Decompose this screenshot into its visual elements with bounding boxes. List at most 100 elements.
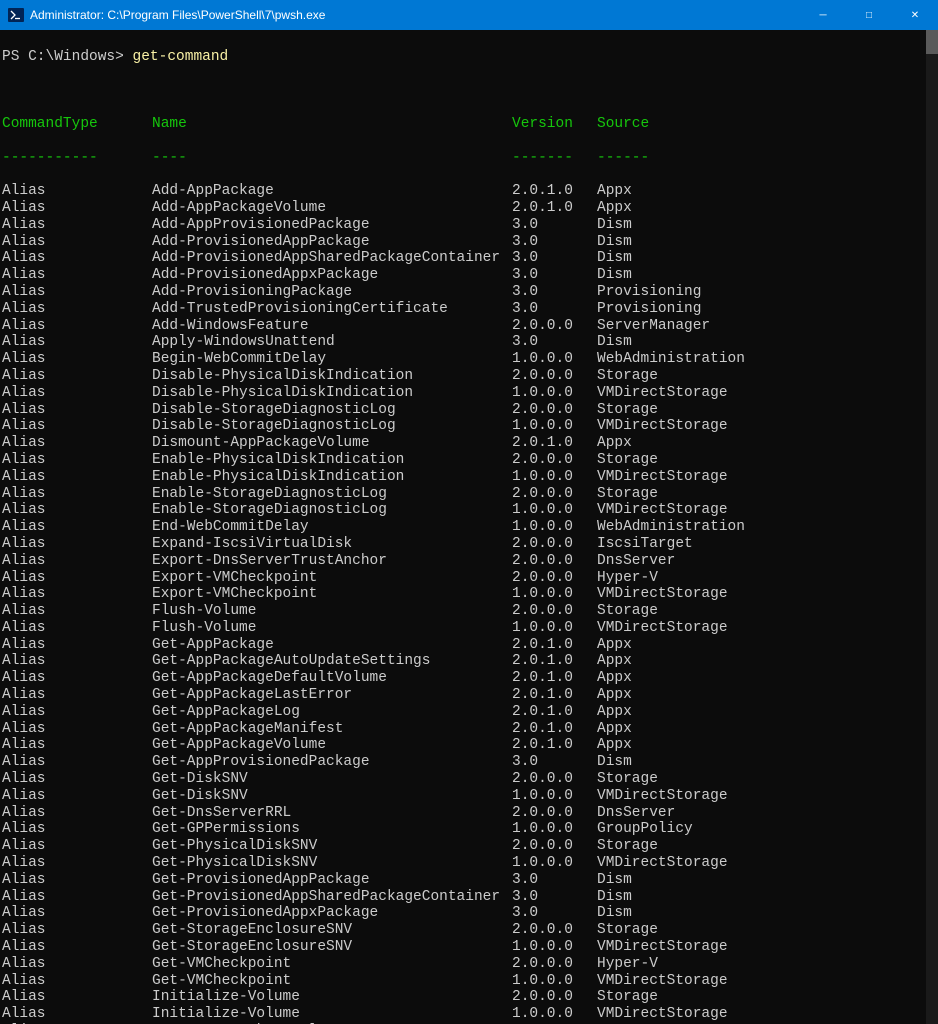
table-row: AliasDisable-PhysicalDiskIndication2.0.0… [2,368,938,385]
cell-source: Provisioning [597,284,701,301]
cell-source: Appx [597,183,632,200]
cell-name: Add-TrustedProvisioningCertificate [152,301,512,318]
table-row: AliasAdd-AppProvisionedPackage3.0Dism [2,217,938,234]
cell-version: 1.0.0.0 [512,586,597,603]
table-row: AliasGet-StorageEnclosureSNV2.0.0.0Stora… [2,922,938,939]
cell-commandtype: Alias [2,368,152,385]
cell-name: Add-ProvisionedAppPackage [152,234,512,251]
cell-name: Get-AppPackageLog [152,704,512,721]
table-row: AliasDisable-StorageDiagnosticLog2.0.0.0… [2,402,938,419]
cell-source: Appx [597,653,632,670]
cell-commandtype: Alias [2,704,152,721]
table-row: AliasGet-DiskSNV2.0.0.0Storage [2,771,938,788]
table-row: AliasExport-VMCheckpoint2.0.0.0Hyper-V [2,570,938,587]
cell-version: 2.0.1.0 [512,653,597,670]
cell-commandtype: Alias [2,486,152,503]
cell-source: Appx [597,704,632,721]
cell-source: Provisioning [597,301,701,318]
cell-name: Add-ProvisionedAppSharedPackageContainer [152,250,512,267]
cell-source: IscsiTarget [597,536,693,553]
table-row: AliasGet-PhysicalDiskSNV2.0.0.0Storage [2,838,938,855]
cell-version: 2.0.1.0 [512,670,597,687]
cell-version: 2.0.1.0 [512,704,597,721]
cell-name: Get-VMCheckpoint [152,956,512,973]
maximize-button[interactable]: □ [846,0,892,30]
cell-commandtype: Alias [2,553,152,570]
cell-source: Storage [597,603,658,620]
cell-version: 3.0 [512,301,597,318]
table-row: AliasGet-ProvisionedAppxPackage3.0Dism [2,905,938,922]
table-row: AliasGet-StorageEnclosureSNV1.0.0.0VMDir… [2,939,938,956]
scrollbar-thumb[interactable] [926,30,938,54]
cell-commandtype: Alias [2,519,152,536]
cell-version: 1.0.0.0 [512,620,597,637]
cell-version: 2.0.1.0 [512,637,597,654]
cell-name: Get-DnsServerRRL [152,805,512,822]
cell-source: Dism [597,334,632,351]
cell-source: Dism [597,905,632,922]
cell-name: Export-VMCheckpoint [152,586,512,603]
table-row: AliasExpand-IscsiVirtualDisk2.0.0.0Iscsi… [2,536,938,553]
window-title: Administrator: C:\Program Files\PowerShe… [30,8,800,22]
cell-source: Storage [597,486,658,503]
cell-name: Get-AppProvisionedPackage [152,754,512,771]
cell-version: 3.0 [512,267,597,284]
cell-source: Dism [597,889,632,906]
cell-source: Storage [597,771,658,788]
terminal-output[interactable]: PS C:\Windows> get-command CommandTypeNa… [0,30,938,1024]
cell-commandtype: Alias [2,385,152,402]
cell-commandtype: Alias [2,217,152,234]
cell-commandtype: Alias [2,351,152,368]
cell-commandtype: Alias [2,838,152,855]
table-row: AliasEnable-PhysicalDiskIndication1.0.0.… [2,469,938,486]
cell-source: VMDirectStorage [597,469,728,486]
table-row: AliasGet-AppPackageVolume2.0.1.0Appx [2,737,938,754]
table-row: AliasInitialize-Volume2.0.0.0Storage [2,989,938,1006]
cell-name: Get-AppPackageLastError [152,687,512,704]
cell-version: 2.0.1.0 [512,200,597,217]
cell-name: Get-DiskSNV [152,771,512,788]
cell-source: Storage [597,402,658,419]
cell-name: Disable-StorageDiagnosticLog [152,418,512,435]
vertical-scrollbar[interactable] [926,30,938,1024]
table-row: AliasAdd-ProvisionedAppPackage3.0Dism [2,234,938,251]
cell-version: 2.0.0.0 [512,838,597,855]
cell-name: Get-StorageEnclosureSNV [152,922,512,939]
cell-version: 1.0.0.0 [512,973,597,990]
cell-source: Appx [597,637,632,654]
cell-version: 2.0.1.0 [512,721,597,738]
cell-version: 2.0.0.0 [512,922,597,939]
cell-source: Appx [597,670,632,687]
cell-name: Get-GPPermissions [152,821,512,838]
table-row: AliasEnable-StorageDiagnosticLog2.0.0.0S… [2,486,938,503]
cell-version: 2.0.0.0 [512,402,597,419]
cell-name: Dismount-AppPackageVolume [152,435,512,452]
cell-name: Initialize-Volume [152,1006,512,1023]
cell-name: Add-ProvisionedAppxPackage [152,267,512,284]
cell-commandtype: Alias [2,737,152,754]
cell-source: DnsServer [597,553,675,570]
cell-commandtype: Alias [2,435,152,452]
cell-source: ServerManager [597,318,710,335]
cell-version: 1.0.0.0 [512,469,597,486]
table-row: AliasEnd-WebCommitDelay1.0.0.0WebAdminis… [2,519,938,536]
cell-source: VMDirectStorage [597,939,728,956]
minimize-button[interactable]: ─ [800,0,846,30]
table-row: AliasGet-DnsServerRRL2.0.0.0DnsServer [2,805,938,822]
cell-commandtype: Alias [2,570,152,587]
cell-source: Hyper-V [597,956,658,973]
cell-commandtype: Alias [2,771,152,788]
close-button[interactable]: ✕ [892,0,938,30]
cell-commandtype: Alias [2,905,152,922]
header-source: Source [597,116,649,133]
cell-version: 1.0.0.0 [512,385,597,402]
cell-name: Get-ProvisionedAppSharedPackageContainer [152,889,512,906]
cell-version: 3.0 [512,872,597,889]
cell-commandtype: Alias [2,721,152,738]
cell-source: WebAdministration [597,351,745,368]
cell-version: 3.0 [512,905,597,922]
cell-name: Disable-StorageDiagnosticLog [152,402,512,419]
table-row: AliasAdd-AppPackageVolume2.0.1.0Appx [2,200,938,217]
header-version: Version [512,116,597,133]
cell-name: Disable-PhysicalDiskIndication [152,385,512,402]
